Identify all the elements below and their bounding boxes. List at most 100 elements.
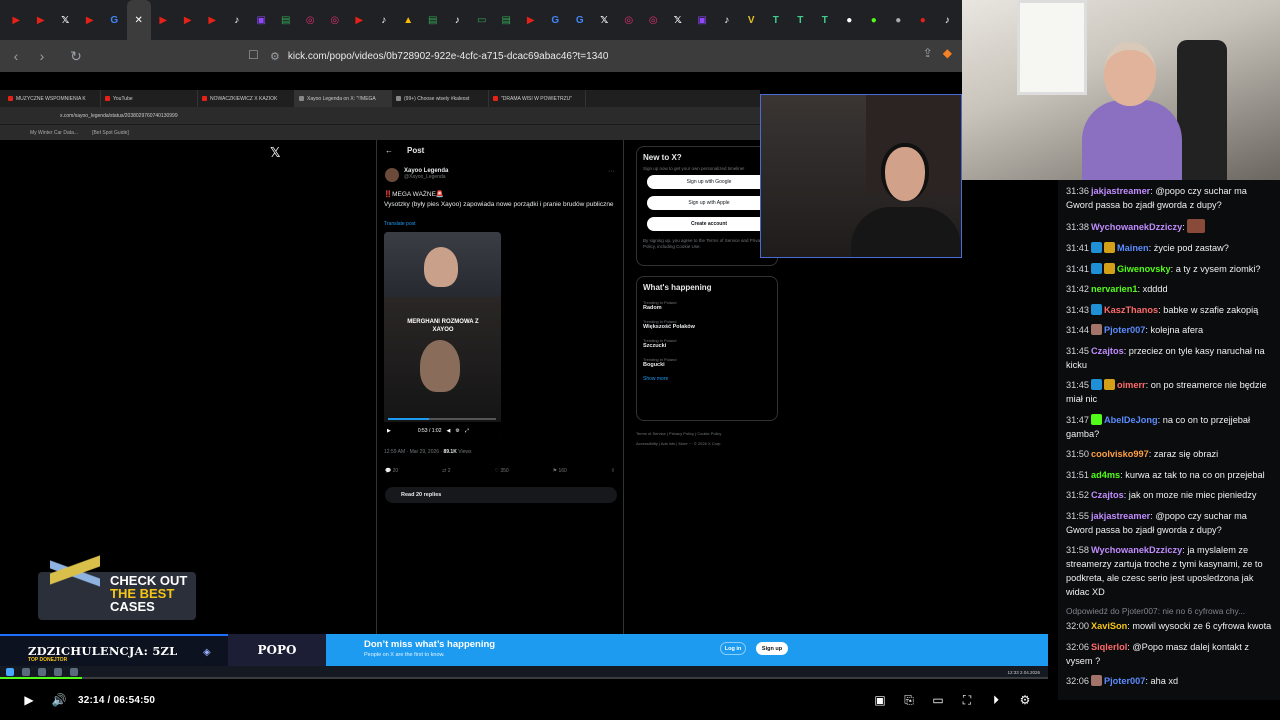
site-info-icon[interactable]: ⚙ [270, 50, 280, 63]
browser-tab[interactable]: ▶ [519, 0, 544, 40]
chat-username[interactable]: nervarien1 [1091, 284, 1137, 294]
browser-tab[interactable]: ● [911, 0, 936, 40]
browser-tab[interactable]: ▤ [494, 0, 519, 40]
footer-links[interactable]: Terms of Service | Privacy Policy | Cook… [636, 429, 778, 439]
reload-icon[interactable]: ↻ [66, 46, 86, 66]
repost-button[interactable]: ⇄ 2 [442, 468, 450, 474]
browser-tab[interactable]: T [813, 0, 838, 40]
browser-tab[interactable]: ● [862, 0, 887, 40]
browser-tab[interactable]: ◎ [323, 0, 348, 40]
browser-tab[interactable]: ♪ [225, 0, 250, 40]
browser-tab[interactable]: ▶ [200, 0, 225, 40]
browser-tab[interactable]: ◎ [298, 0, 323, 40]
browser-tab[interactable]: ▭ [470, 0, 495, 40]
reply-reference[interactable]: Odpowiedź do Pjoter007: nie no 6 cyfrowa… [1066, 606, 1272, 616]
browser-tab[interactable]: ● [886, 0, 911, 40]
browser-tab[interactable]: ♪ [445, 0, 470, 40]
chat-username[interactable]: Siqlerlol [1091, 642, 1127, 652]
apple-signup-button[interactable]: Sign up with Apple [647, 196, 771, 210]
footer-links[interactable]: Accessibility | Ads info | More ··· © 20… [636, 439, 778, 449]
browser-tab[interactable]: ▶ [78, 0, 103, 40]
post-video[interactable]: MERGHANI ROZMOWA Z XAYOO ▶ 0:53 / 1:02 ◀… [384, 232, 501, 439]
video-progress[interactable] [388, 418, 496, 420]
x-login-button[interactable]: Log in [720, 642, 746, 655]
settings-icon[interactable]: ⚙ [455, 428, 459, 434]
create-account-button[interactable]: Create account [647, 217, 771, 231]
settings-icon[interactable]: ⚙ [1014, 689, 1036, 711]
browser-tab[interactable]: 𝕏 [666, 0, 691, 40]
taskbar-app-icon[interactable] [38, 668, 46, 676]
chat-username[interactable]: WychowanekDzziczy [1091, 222, 1182, 232]
browser-tab[interactable]: ◎ [641, 0, 666, 40]
bookmark-button[interactable]: ⚑ 160 [553, 468, 567, 474]
browser-tab[interactable]: G [543, 0, 568, 40]
google-signup-button[interactable]: Sign up with Google [647, 175, 771, 189]
like-button[interactable]: ♡ 350 [494, 468, 508, 474]
chat-username[interactable]: Pjoter007 [1104, 676, 1145, 686]
shared-browser-tab[interactable]: YouTube [101, 90, 198, 107]
windows-icon[interactable] [6, 668, 14, 676]
chat-username[interactable]: Giwenovsky [1117, 264, 1171, 274]
play-icon[interactable]: ▶ [387, 428, 391, 434]
chat-username[interactable]: coolvisko997 [1091, 449, 1149, 459]
chat-username[interactable]: KaszThanos [1104, 305, 1158, 315]
browser-tab[interactable]: ▣ [249, 0, 274, 40]
browser-tab[interactable]: ✕ [126, 0, 151, 40]
browser-tab[interactable]: ▶ [347, 0, 372, 40]
browser-tab[interactable]: ▤ [274, 0, 299, 40]
browser-tab[interactable]: ♪ [372, 0, 397, 40]
trend-item[interactable]: Trending in Poland Szczucki [643, 338, 771, 349]
speed-icon[interactable]: ⏵ [985, 689, 1007, 711]
volume-icon[interactable]: 🔊 [48, 689, 70, 711]
browser-tab[interactable]: ◎ [617, 0, 642, 40]
chat-username[interactable]: Mainen [1117, 243, 1149, 253]
browser-tab[interactable]: ▤ [421, 0, 446, 40]
browser-tab[interactable]: ▶ [29, 0, 54, 40]
shared-browser-url[interactable]: x.com/xayoo_legenda/status/2038029760740… [0, 107, 760, 124]
browser-tab[interactable]: 𝕏 [53, 0, 78, 40]
browser-tab[interactable]: T [764, 0, 789, 40]
clip-icon[interactable]: ⎘ [898, 689, 920, 711]
video-progress-bar[interactable] [0, 677, 1048, 679]
show-more-link[interactable]: Show more [643, 376, 771, 382]
taskbar-app-icon[interactable] [70, 668, 78, 676]
chat-username[interactable]: Pjoter007 [1104, 325, 1145, 335]
trend-item[interactable]: Trending in Poland Radom [643, 300, 771, 311]
miniplayer-icon[interactable]: ▣ [869, 689, 891, 711]
chat-username[interactable]: ad4ms [1091, 470, 1120, 480]
chat-username[interactable]: Czajtos [1091, 346, 1124, 356]
theater-icon[interactable]: ▭ [927, 689, 949, 711]
translate-link[interactable]: Translate post [384, 221, 416, 227]
shared-browser-tab[interactable]: MUZYCZNE WSPOMNIENIA K [4, 90, 101, 107]
play-icon[interactable]: ▶ [18, 689, 40, 711]
shared-browser-tab[interactable]: "DRAMA WISI W POWIETRZU" [489, 90, 586, 107]
trend-item[interactable]: Trending in Poland Bogucki [643, 357, 771, 368]
x-signup-button[interactable]: Sign up [756, 642, 788, 655]
forward-icon[interactable]: › [32, 46, 52, 66]
browser-tab[interactable]: ▶ [176, 0, 201, 40]
browser-tab[interactable]: ♪ [715, 0, 740, 40]
shared-browser-tab[interactable]: Xayoo Legenda on X: "!!MEGA [295, 90, 392, 107]
reply-button[interactable]: 💬 20 [385, 468, 398, 474]
bookmark-icon[interactable]: ☐ [248, 48, 259, 62]
shared-browser-tab[interactable]: NOWACZKIEWICZ X KAZIOK [198, 90, 295, 107]
browser-tab[interactable]: ▶ [4, 0, 29, 40]
browser-tab[interactable]: ● [837, 0, 862, 40]
post-timestamp[interactable]: 12:59 AM · Mar 29, 2026 · [384, 449, 442, 455]
browser-tab[interactable]: 𝕏 [592, 0, 617, 40]
browser-tab[interactable]: G [102, 0, 127, 40]
author-handle[interactable]: @Xayoo_Legenda [404, 174, 448, 180]
x-logo-icon[interactable]: 𝕏 [270, 145, 280, 161]
bookmark-item[interactable]: My Winter Car Data... [30, 130, 78, 136]
browser-tab[interactable]: ▶ [151, 0, 176, 40]
bookmark-item[interactable]: [Bet Spot Guide] [92, 130, 129, 136]
extension-icon[interactable]: ◆ [943, 46, 952, 60]
browser-tab[interactable]: V [739, 0, 764, 40]
chat-username[interactable]: jakjastreamer [1091, 511, 1150, 521]
fullscreen-icon[interactable]: ⛶ [956, 689, 978, 711]
chat-username[interactable]: AbelDeJong [1104, 415, 1158, 425]
more-icon[interactable]: ··· [608, 168, 615, 175]
back-arrow-icon[interactable]: ← [385, 146, 393, 155]
post-author[interactable]: Xayoo Legenda @Xayoo_Legenda [385, 168, 448, 182]
shared-browser-tab[interactable]: (99+) Choose wisely #kaleost [392, 90, 489, 107]
